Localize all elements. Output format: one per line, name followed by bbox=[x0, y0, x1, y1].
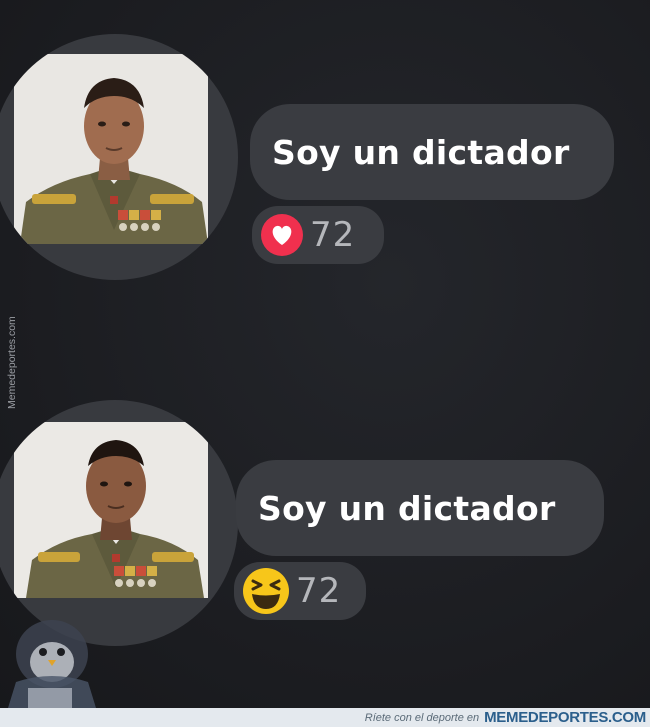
message-text-2: Soy un dictador bbox=[258, 488, 556, 528]
reaction-pill-2[interactable]: 72 bbox=[234, 562, 366, 620]
avatar-1-portrait bbox=[14, 54, 208, 244]
message-bubble-2[interactable]: Soy un dictador bbox=[236, 460, 604, 556]
penguin-mascot-icon bbox=[8, 620, 96, 708]
footer-watermark: Ríete con el deporte en MEMEDEPORTES.COM bbox=[0, 708, 650, 727]
message-text-1: Soy un dictador bbox=[272, 132, 570, 172]
reaction-pill-1[interactable]: 72 bbox=[252, 206, 384, 264]
message-bubble-1[interactable]: Soy un dictador bbox=[250, 104, 614, 200]
chat-canvas: Soy un dictador 72 Soy un dictador 72 Me… bbox=[0, 0, 650, 708]
reaction-count-1: 72 bbox=[310, 215, 356, 255]
footer-tagline: Ríete con el deporte en bbox=[364, 711, 480, 724]
footer-brand[interactable]: MEMEDEPORTES.COM bbox=[484, 709, 646, 726]
laughing-emoji-icon bbox=[242, 567, 290, 615]
side-watermark: Memedeportes.com bbox=[6, 316, 18, 409]
reaction-count-2: 72 bbox=[296, 571, 342, 611]
avatar-1[interactable] bbox=[0, 34, 238, 280]
heart-icon bbox=[260, 213, 304, 257]
